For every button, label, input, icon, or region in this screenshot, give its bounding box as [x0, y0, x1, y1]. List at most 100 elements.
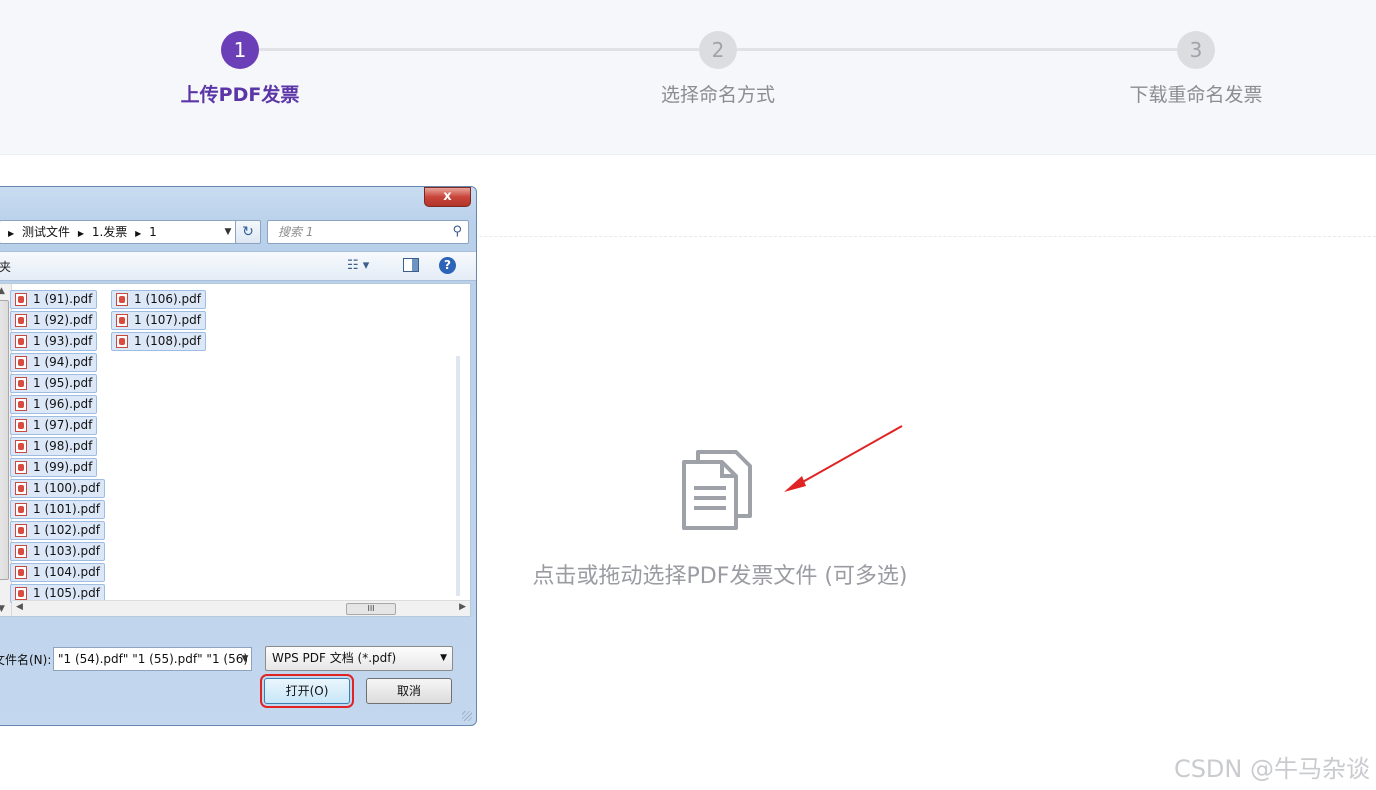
chevron-right-icon: ▶	[135, 229, 142, 238]
file-name: 1 (108).pdf	[134, 334, 201, 348]
chevron-right-icon: ▶	[8, 229, 15, 238]
pdf-file-icon	[15, 398, 27, 411]
step-1-label: 上传PDF发票	[180, 84, 300, 106]
scroll-thumb[interactable]: III	[346, 603, 396, 615]
close-button[interactable]: x	[424, 187, 471, 207]
help-icon[interactable]: ?	[439, 257, 456, 274]
file-list: ▲ ▼ 1 (91).pdf 1 (92).pdf 1 (93).pdf 1 (94)…	[0, 283, 471, 617]
stepper: 1 上传PDF发票 2 选择命名方式 3 下载重命名发票	[0, 0, 1376, 155]
file-name: 1 (103).pdf	[33, 544, 100, 558]
pdf-file-icon	[15, 356, 27, 369]
pdf-file-icon	[116, 293, 128, 306]
file-item[interactable]: 1 (91).pdf	[10, 290, 98, 309]
step-2-label: 选择命名方式	[660, 84, 775, 106]
search-input[interactable]: 搜索 1 ⚲	[267, 220, 469, 244]
file-name: 1 (92).pdf	[33, 313, 93, 327]
documents-icon[interactable]	[680, 446, 756, 532]
search-placeholder: 搜索 1	[278, 225, 314, 239]
pdf-file-icon	[15, 482, 27, 495]
step-connector	[737, 48, 1177, 51]
search-icon[interactable]: ⚲	[452, 221, 462, 243]
file-name: 1 (95).pdf	[33, 376, 93, 390]
file-item[interactable]: 1 (103).pdf	[10, 542, 105, 561]
chevron-right-icon: ▶	[77, 229, 84, 238]
pdf-file-icon	[15, 335, 27, 348]
file-item[interactable]: 1 (95).pdf	[10, 374, 98, 393]
pdf-file-icon	[15, 566, 27, 579]
pane-edge	[456, 356, 460, 596]
breadcrumb-item[interactable]: 1	[149, 225, 157, 239]
file-item[interactable]: 1 (97).pdf	[10, 416, 98, 435]
scroll-left-icon[interactable]: ◀	[16, 602, 23, 612]
upload-hint[interactable]: 点击或拖动选择PDF发票文件 (可多选)	[500, 558, 940, 590]
view-options-icon[interactable]: ☷ ▾	[347, 258, 369, 273]
file-name: 1 (91).pdf	[33, 292, 93, 306]
step-3-label: 下载重命名发票	[1129, 84, 1263, 106]
new-folder-button[interactable]: 夹	[0, 258, 11, 275]
file-name: 1 (99).pdf	[33, 460, 93, 474]
scroll-up-icon[interactable]: ▲	[0, 286, 5, 296]
file-name: 1 (98).pdf	[33, 439, 93, 453]
step-2-circle: 2	[699, 31, 737, 69]
dialog-toolbar: 夹 ☷ ▾ ?	[0, 251, 476, 281]
pdf-file-icon	[15, 587, 27, 600]
pdf-file-icon	[15, 461, 27, 474]
pdf-file-icon	[15, 314, 27, 327]
filename-label: 文件名(N):	[0, 653, 52, 667]
open-button[interactable]: 打开(O)	[260, 674, 354, 708]
pdf-file-icon	[15, 377, 27, 390]
preview-pane-icon[interactable]	[403, 258, 419, 272]
pdf-file-icon	[15, 545, 27, 558]
filetype-value: WPS PDF 文档 (*.pdf)	[272, 651, 397, 665]
file-name: 1 (94).pdf	[33, 355, 93, 369]
breadcrumb-item[interactable]: 1.发票	[92, 225, 127, 239]
watermark: CSDN @牛马杂谈	[1173, 755, 1370, 783]
file-item[interactable]: 1 (98).pdf	[10, 437, 98, 456]
horizontal-scrollbar[interactable]: ◀ III ▶	[12, 600, 470, 616]
scroll-thumb[interactable]	[0, 300, 9, 580]
chevron-down-icon: ▼	[440, 653, 447, 663]
address-dropdown-icon[interactable]: ▼	[221, 220, 235, 244]
file-name: 1 (96).pdf	[33, 397, 93, 411]
step-connector	[259, 48, 699, 51]
file-name: 1 (105).pdf	[33, 586, 100, 600]
file-name: 1 (100).pdf	[33, 481, 100, 495]
resize-grip[interactable]	[462, 711, 472, 721]
file-item[interactable]: 1 (108).pdf	[111, 332, 206, 351]
pdf-file-icon	[15, 440, 27, 453]
scroll-down-icon[interactable]: ▼	[0, 604, 5, 614]
pdf-file-icon	[116, 314, 128, 327]
refresh-icon[interactable]: ↻	[235, 220, 261, 244]
app-root: 1 上传PDF发票 2 选择命名方式 3 下载重命名发票 点击或拖动选择PDF发…	[0, 0, 1376, 790]
file-name: 1 (93).pdf	[33, 334, 93, 348]
step-1-circle: 1	[221, 31, 259, 69]
file-name: 1 (97).pdf	[33, 418, 93, 432]
filename-input[interactable]: "1 (54).pdf" "1 (55).pdf" "1 (56)	[53, 647, 252, 671]
file-item[interactable]: 1 (102).pdf	[10, 521, 105, 540]
file-name: 1 (101).pdf	[33, 502, 100, 516]
file-item[interactable]: 1 (93).pdf	[10, 332, 98, 351]
pdf-file-icon	[116, 335, 128, 348]
file-name: 1 (104).pdf	[33, 565, 100, 579]
breadcrumb-item[interactable]: 测试文件	[22, 225, 70, 239]
pdf-file-icon	[15, 293, 27, 306]
file-name: 1 (102).pdf	[33, 523, 100, 537]
file-name: 1 (106).pdf	[134, 292, 201, 306]
pdf-file-icon	[15, 419, 27, 432]
address-bar[interactable]: ▶ 测试文件 ▶ 1.发票 ▶ 1	[0, 220, 249, 244]
file-item[interactable]: 1 (104).pdf	[10, 563, 105, 582]
file-item[interactable]: 1 (92).pdf	[10, 311, 98, 330]
file-item[interactable]: 1 (94).pdf	[10, 353, 98, 372]
file-item[interactable]: 1 (107).pdf	[111, 311, 206, 330]
annotation-arrow	[784, 425, 903, 492]
file-item[interactable]: 1 (106).pdf	[111, 290, 206, 309]
file-item[interactable]: 1 (100).pdf	[10, 479, 105, 498]
file-item[interactable]: 1 (99).pdf	[10, 458, 98, 477]
filetype-select[interactable]: WPS PDF 文档 (*.pdf) ▼	[265, 646, 453, 671]
file-item[interactable]: 1 (101).pdf	[10, 500, 105, 519]
filename-dropdown-icon[interactable]: ▼	[237, 647, 253, 671]
scroll-right-icon[interactable]: ▶	[459, 602, 466, 612]
cancel-button[interactable]: 取消	[366, 678, 452, 704]
file-item[interactable]: 1 (96).pdf	[10, 395, 98, 414]
pdf-file-icon	[15, 503, 27, 516]
